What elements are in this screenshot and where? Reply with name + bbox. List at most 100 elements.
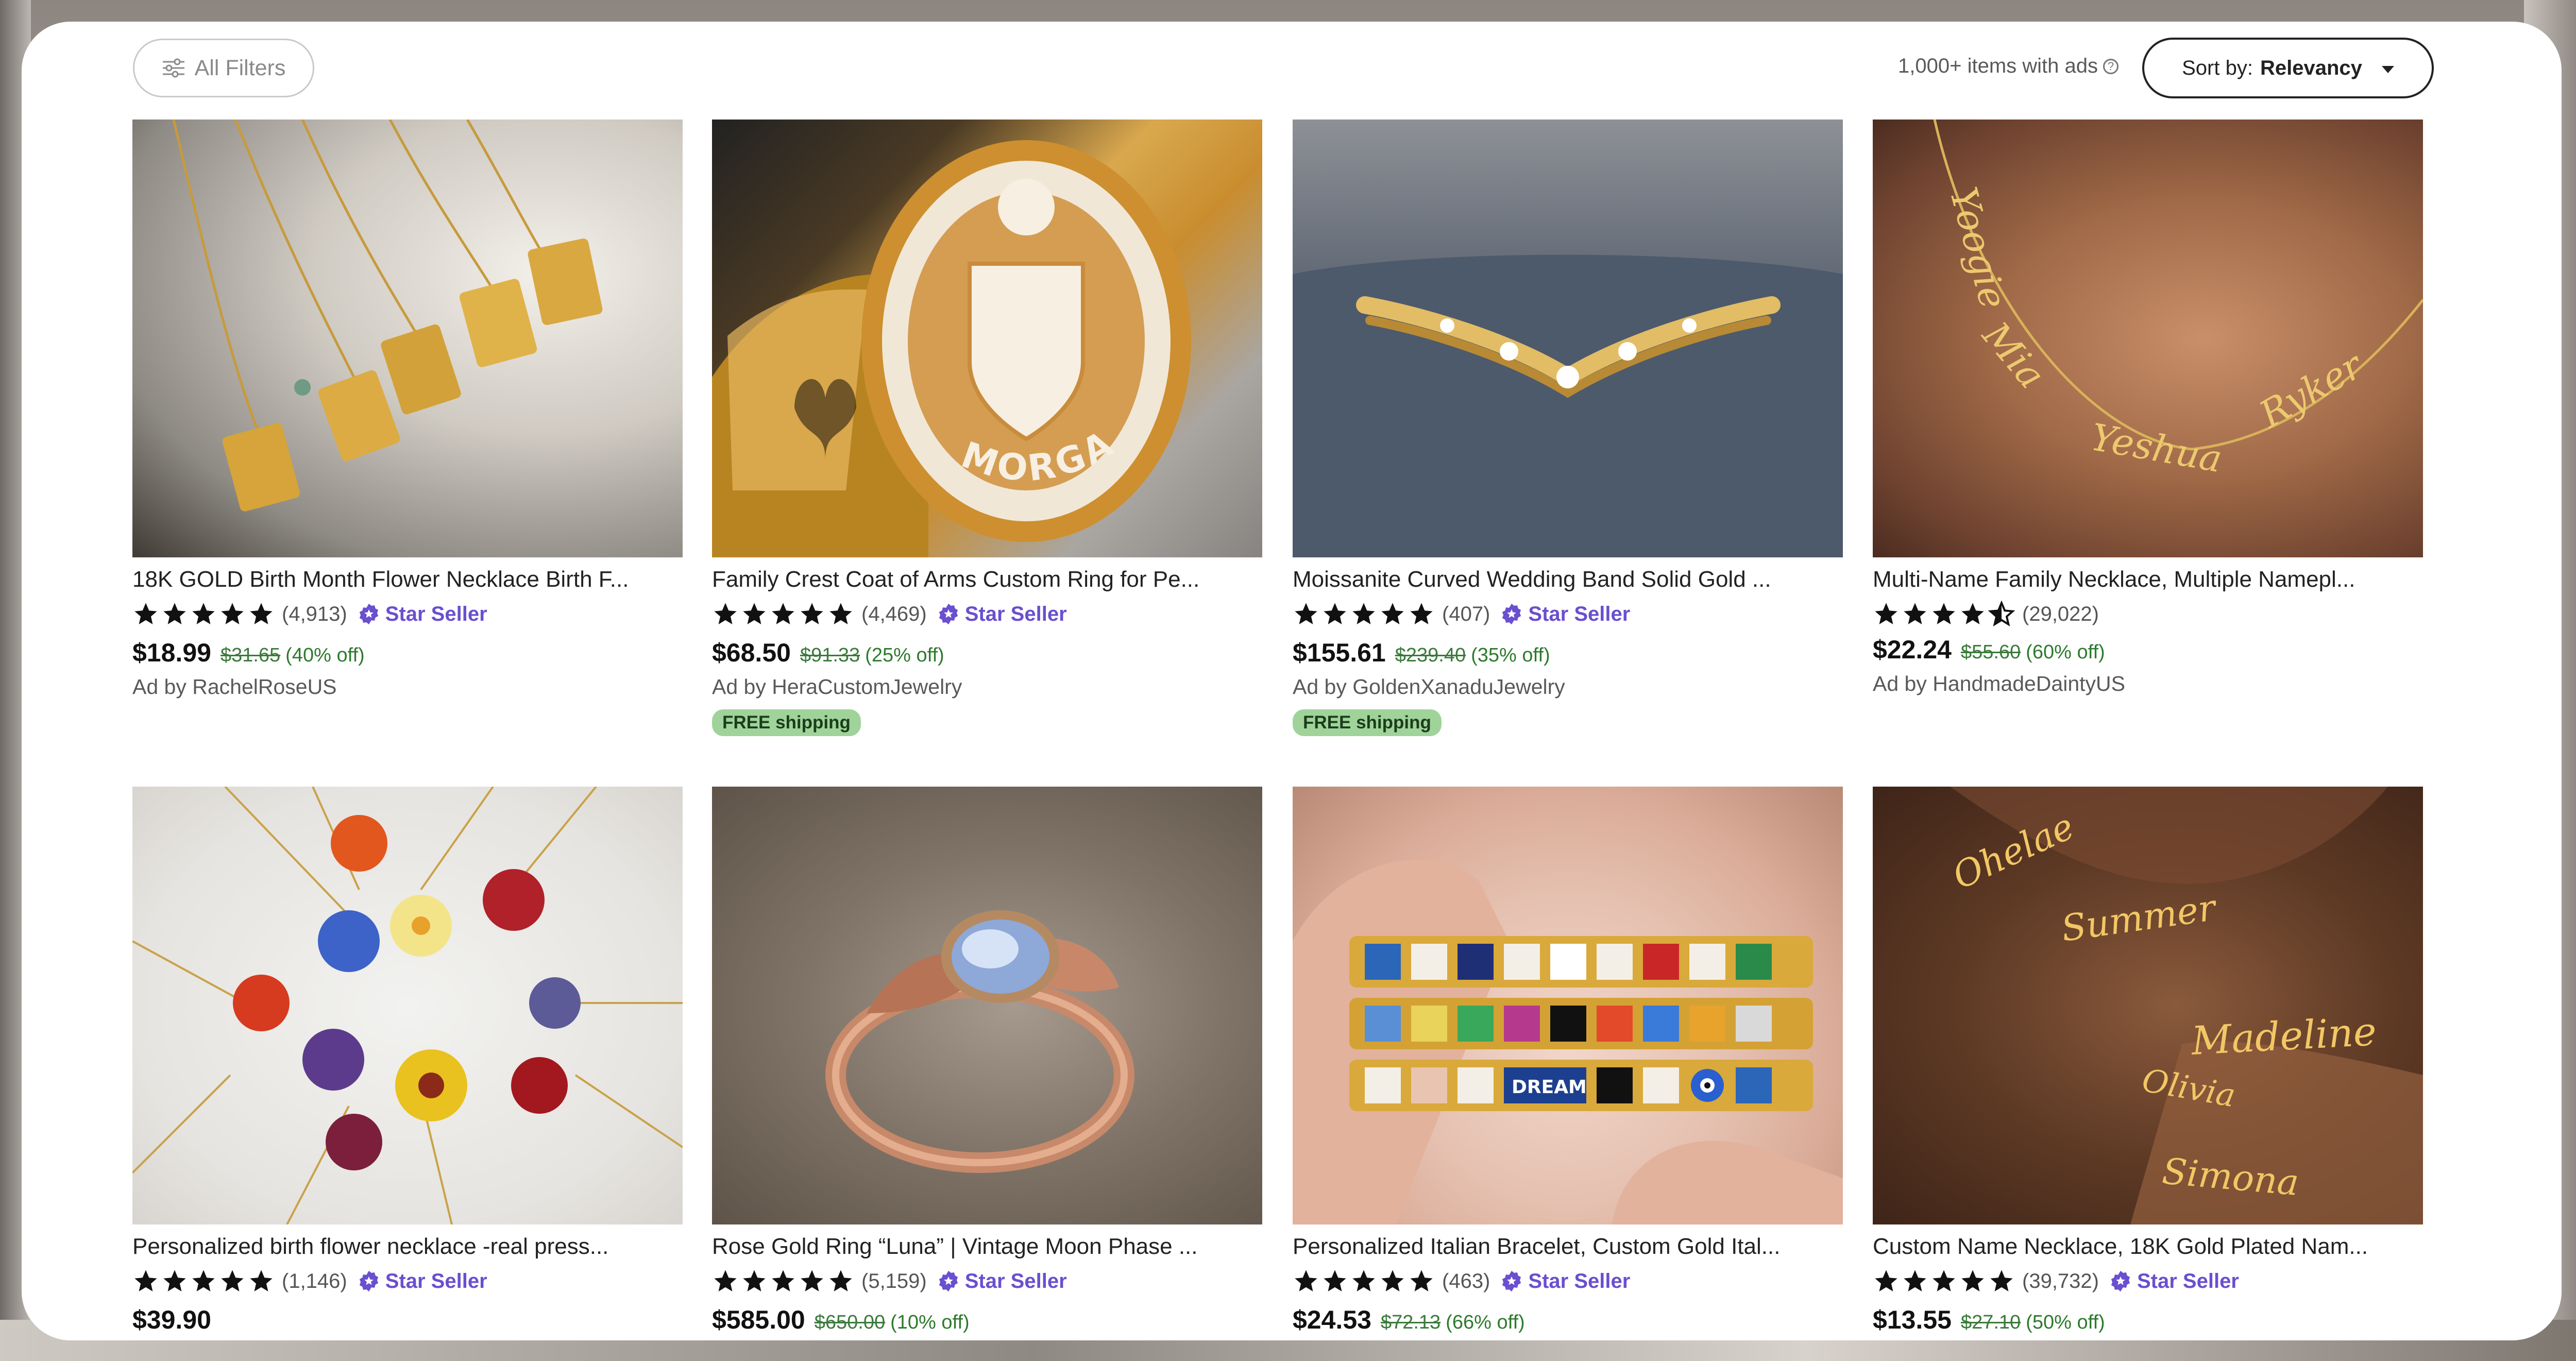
sale-price: $24.53: [1293, 1305, 1371, 1334]
review-count: (1,146): [282, 1269, 347, 1292]
price-row: $24.53 $72.13 (66% off): [1293, 1305, 1843, 1335]
star-icon: [248, 1268, 275, 1295]
star-icon: [712, 601, 739, 627]
listing-image[interactable]: MORGAN: [712, 120, 1262, 557]
star-icon: [161, 601, 188, 627]
italian-bracelet-photo: DREAM: [1293, 860, 1843, 1224]
listing-card[interactable]: MORGAN Family Crest Coat of Arms Custom …: [712, 120, 1262, 736]
sale-price: $39.90: [132, 1305, 211, 1334]
rating-row: (4,469) Star Seller: [712, 599, 1262, 630]
listing-card[interactable]: Personalized birth flower necklace -real…: [132, 787, 683, 1335]
original-price: $239.40: [1395, 644, 1466, 666]
ad-shop-name[interactable]: Ad by HeraCustomJewelry: [712, 675, 1262, 699]
listing-title[interactable]: Family Crest Coat of Arms Custom Ring fo…: [712, 567, 1262, 592]
listing-title[interactable]: Rose Gold Ring “Luna” | Vintage Moon Pha…: [712, 1234, 1262, 1260]
listing-image[interactable]: Ohelae Summer Madeline Olivia Simona: [1873, 787, 2423, 1224]
help-icon[interactable]: ?: [2103, 58, 2119, 74]
star-icon: [1873, 601, 1900, 627]
signet-ring-photo: MORGAN: [712, 120, 1191, 557]
listing-card[interactable]: Yoogie Mia Yeshua Ryker Multi-Name Famil…: [1873, 120, 2423, 696]
discount-percent: (50% off): [2026, 1312, 2105, 1333]
listing-card[interactable]: DREAM Personalized Italian Bracelet, Cus…: [1293, 787, 1843, 1335]
original-price: $31.65: [220, 644, 281, 666]
discount-percent: (25% off): [865, 644, 944, 666]
all-filters-button[interactable]: All Filters: [133, 39, 314, 97]
listing-title[interactable]: Personalized Italian Bracelet, Custom Go…: [1293, 1234, 1843, 1260]
star-rating: [1293, 1268, 1435, 1295]
discount-percent: (35% off): [1471, 644, 1550, 666]
listing-title[interactable]: Moissanite Curved Wedding Band Solid Gol…: [1293, 567, 1843, 592]
listing-image[interactable]: [132, 120, 683, 557]
listing-image[interactable]: [132, 787, 683, 1224]
caret-down-icon: [2381, 66, 2394, 73]
listing-title[interactable]: Custom Name Necklace, 18K Gold Plated Na…: [1873, 1234, 2423, 1260]
rating-row: (463) Star Seller: [1293, 1266, 1843, 1297]
price-row: $39.90: [132, 1305, 683, 1335]
star-seller-label: Star Seller: [385, 1269, 487, 1292]
search-results-panel: All Filters 1,000+ items with ads ? Sort…: [22, 22, 2562, 1340]
name-charm-text: Ryker: [2251, 343, 2371, 437]
ad-shop-name[interactable]: Ad by RachelRoseUS: [132, 675, 683, 699]
star-icon: [1873, 1268, 1900, 1295]
star-icon: [132, 601, 159, 627]
discount-percent: (40% off): [285, 644, 365, 666]
discount-percent: (66% off): [1446, 1312, 1525, 1333]
review-count: (4,913): [282, 602, 347, 625]
star-rating: [132, 1268, 275, 1295]
listing-image[interactable]: [712, 787, 1262, 1224]
price-row: $13.55 $27.10 (50% off): [1873, 1305, 2423, 1335]
name-necklace-photo: Yoogie Mia Yeshua Ryker: [1933, 120, 2423, 481]
star-icon: [1408, 1268, 1435, 1295]
star-seller-icon: [1500, 1270, 1523, 1292]
sale-price: $155.61: [1293, 638, 1386, 667]
listing-title[interactable]: Personalized birth flower necklace -real…: [132, 1234, 683, 1260]
listing-card[interactable]: Moissanite Curved Wedding Band Solid Gol…: [1293, 120, 1843, 736]
results-count: 1,000+ items with ads ?: [1898, 55, 2119, 78]
moon-ring-photo: [825, 910, 1134, 1173]
listing-title[interactable]: Multi-Name Family Necklace, Multiple Nam…: [1873, 567, 2423, 592]
star-icon: [741, 1268, 768, 1295]
review-count: (29,022): [2022, 602, 2099, 625]
necklace-photo: [172, 120, 603, 512]
listing-card[interactable]: 18K GOLD Birth Month Flower Necklace Bir…: [132, 120, 683, 699]
listing-image[interactable]: DREAM: [1293, 787, 1843, 1224]
name-charm-text: Summer: [2059, 886, 2220, 950]
star-icon: [770, 1268, 796, 1295]
results-count-text: 1,000+ items with ads: [1898, 55, 2098, 77]
ad-shop-name[interactable]: Ad by HandmadeDaintyUS: [1873, 672, 2423, 696]
star-rating: [1873, 601, 2015, 627]
review-count: (39,732): [2022, 1269, 2099, 1292]
star-rating: [1873, 1268, 2015, 1295]
star-seller-badge: Star Seller: [937, 1270, 1067, 1293]
star-icon: [1350, 601, 1377, 627]
star-icon: [219, 1268, 246, 1295]
review-count: (463): [1442, 1269, 1490, 1292]
free-shipping-badge: FREE shipping: [712, 709, 861, 736]
all-filters-label: All Filters: [194, 55, 286, 80]
listing-image[interactable]: [1293, 120, 1843, 557]
listing-image[interactable]: Yoogie Mia Yeshua Ryker: [1873, 120, 2423, 557]
listing-title[interactable]: 18K GOLD Birth Month Flower Necklace Bir…: [132, 567, 683, 592]
star-seller-badge: Star Seller: [358, 1270, 487, 1293]
original-price: $55.60: [1960, 641, 2021, 663]
flower-necklace-photo: [132, 787, 683, 1224]
sort-dropdown[interactable]: Sort by: Relevancy: [2142, 38, 2434, 98]
name-charm-text: Mia: [1974, 313, 2054, 397]
star-icon: [1379, 1268, 1406, 1295]
ad-shop-name[interactable]: Ad by GoldenXanaduJewelry: [1293, 675, 1843, 699]
rating-row: (29,022): [1873, 599, 2423, 630]
star-icon: [1379, 601, 1406, 627]
star-icon: [1902, 601, 1928, 627]
star-icon: [1930, 601, 1957, 627]
star-rating: [1293, 601, 1435, 627]
star-rating: [712, 601, 854, 627]
rating-row: (407) Star Seller: [1293, 599, 1843, 630]
price-row: $585.00 $650.00 (10% off): [712, 1305, 1262, 1335]
rating-row: (39,732) Star Seller: [1873, 1266, 2423, 1297]
sort-value: Relevancy: [2260, 56, 2362, 79]
star-seller-label: Star Seller: [1528, 1269, 1631, 1292]
star-icon: [741, 601, 768, 627]
listing-card[interactable]: Rose Gold Ring “Luna” | Vintage Moon Pha…: [712, 787, 1262, 1335]
listing-card[interactable]: Ohelae Summer Madeline Olivia Simona Cus…: [1873, 787, 2423, 1335]
price-row: $18.99 $31.65 (40% off): [132, 638, 683, 668]
